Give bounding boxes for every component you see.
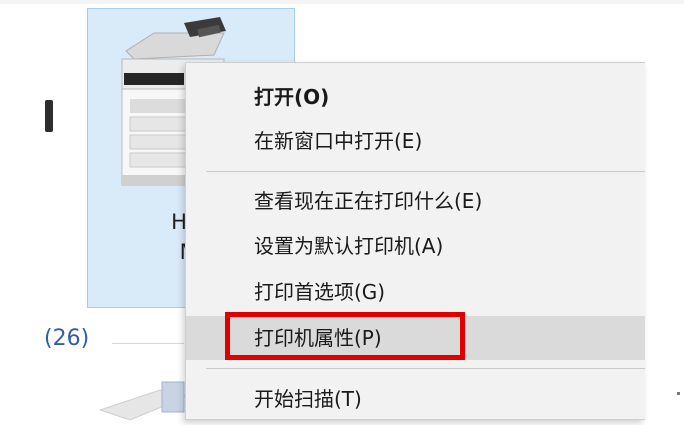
edge-dot <box>677 392 680 395</box>
group-divider <box>112 343 184 344</box>
top-strip <box>0 0 684 4</box>
group-count: (26) <box>44 326 90 351</box>
menu-item-open-new-window[interactable]: 在新窗口中打开(E) <box>186 119 645 163</box>
device-icon-partial <box>100 381 190 421</box>
menu-item-printing-preferences[interactable]: 打印首选项(G) <box>186 270 645 314</box>
partial-icon-left <box>45 100 53 132</box>
context-menu: 打开(O) 在新窗口中打开(E) 查看现在正在打印什么(E) 设置为默认打印机(… <box>185 62 645 420</box>
annotation-highlight-box <box>225 312 465 360</box>
menu-separator <box>206 171 645 172</box>
menu-item-start-scan[interactable]: 开始扫描(T) <box>186 377 645 421</box>
menu-separator <box>206 368 645 369</box>
menu-item-set-default[interactable]: 设置为默认打印机(A) <box>186 224 645 268</box>
menu-item-see-whats-printing[interactable]: 查看现在正在打印什么(E) <box>186 179 645 223</box>
menu-item-open[interactable]: 打开(O) <box>186 75 645 119</box>
